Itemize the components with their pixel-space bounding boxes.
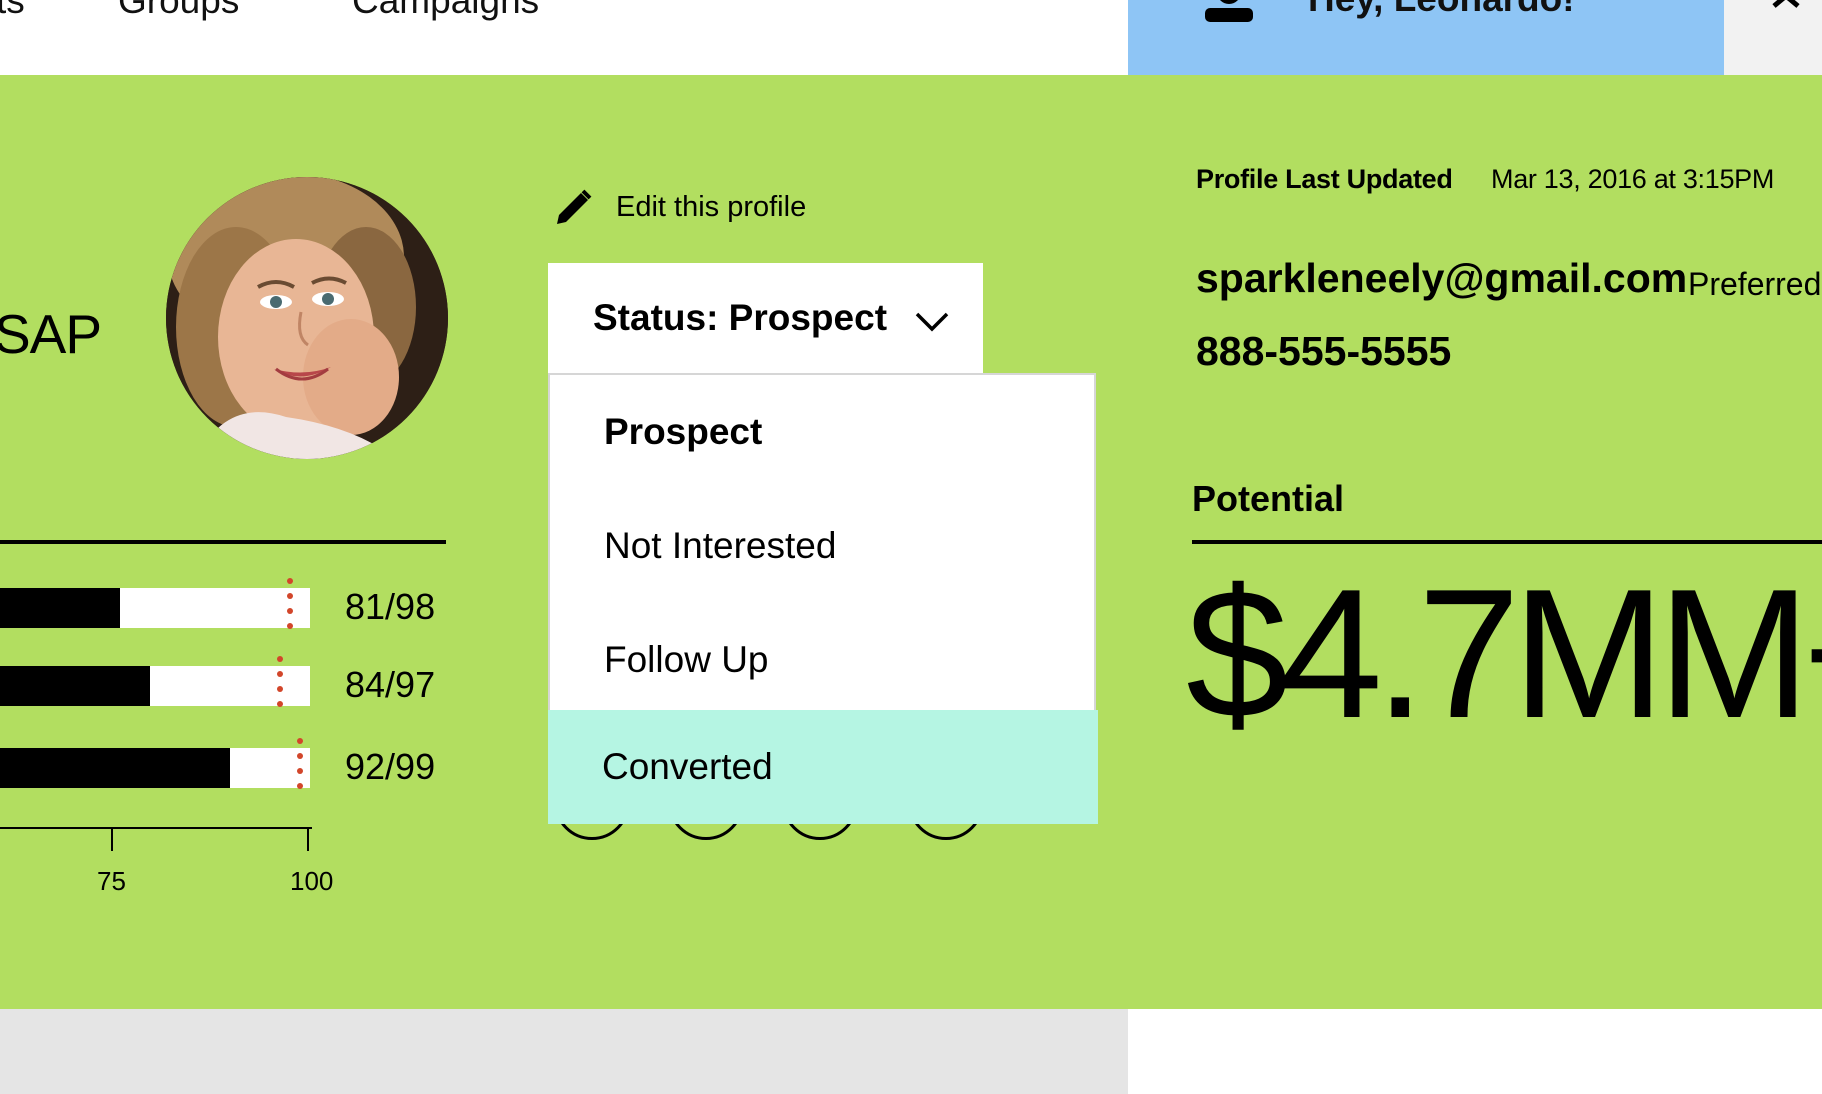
status-label: Status: Prospect <box>593 297 888 338</box>
axis-tick-75 <box>111 827 113 851</box>
bottom-left-area <box>0 1009 1128 1094</box>
user-icon <box>1205 0 1253 22</box>
bottom-right-area <box>1128 1009 1822 1094</box>
status-dropdown-menu: Prospect Not Interested Follow Up Conver… <box>548 373 1098 824</box>
status-dropdown-button[interactable]: Status: Prospect <box>548 263 983 373</box>
potential-value: $4.7MM+ <box>1186 550 1822 756</box>
score-target-marker <box>297 738 303 798</box>
company-name: SAP <box>0 303 102 365</box>
score-value: 84/97 <box>345 664 436 705</box>
status-option-converted[interactable]: Converted <box>548 710 1098 824</box>
avatar <box>166 177 448 459</box>
avatar-photo <box>166 177 448 459</box>
arrow-icon[interactable] <box>1770 0 1804 14</box>
score-bar-fill <box>0 666 150 706</box>
user-greeting-box[interactable]: Hey, Leonardo! <box>1128 0 1724 75</box>
scores-rule <box>0 540 446 544</box>
phone-number[interactable]: 888-555-5555 <box>1196 328 1451 375</box>
score-bar-track <box>0 588 310 628</box>
nav-item-campaigns[interactable]: Campaigns <box>352 0 539 22</box>
email-address[interactable]: sparkleneely@gmail.com <box>1196 255 1687 302</box>
last-updated-value: Mar 13, 2016 at 3:15PM <box>1491 164 1775 194</box>
score-bar-track <box>0 748 310 788</box>
score-target-marker <box>277 656 283 716</box>
score-axis <box>0 827 312 829</box>
potential-rule <box>1192 540 1822 544</box>
axis-label-100: 100 <box>290 866 334 896</box>
potential-label: Potential <box>1192 478 1345 519</box>
last-updated-label: Profile Last Updated <box>1196 164 1453 194</box>
score-bar-fill <box>0 748 230 788</box>
top-right-area <box>1724 0 1822 75</box>
edit-profile-link[interactable]: Edit this profile <box>616 191 806 224</box>
axis-tick-100 <box>307 827 309 851</box>
nav-item-groups[interactable]: Groups <box>118 0 239 22</box>
chevron-down-icon <box>915 312 949 332</box>
score-value: 81/98 <box>345 586 436 627</box>
axis-label-75: 75 <box>97 866 126 896</box>
pencil-icon[interactable] <box>553 188 593 228</box>
score-value: 92/99 <box>345 746 436 787</box>
score-bar-track <box>0 666 310 706</box>
score-target-marker <box>287 578 293 638</box>
preferred-tag: Preferred <box>1688 266 1822 302</box>
score-bar-fill <box>0 588 120 628</box>
greeting-text: Hey, Leonardo! <box>1308 0 1575 20</box>
status-option-prospect[interactable]: Prospect <box>550 375 1098 489</box>
status-option-not-interested[interactable]: Not Interested <box>550 489 1098 603</box>
status-option-follow-up[interactable]: Follow Up <box>550 603 1098 717</box>
nav-item-contacts[interactable]: ts <box>0 0 25 22</box>
